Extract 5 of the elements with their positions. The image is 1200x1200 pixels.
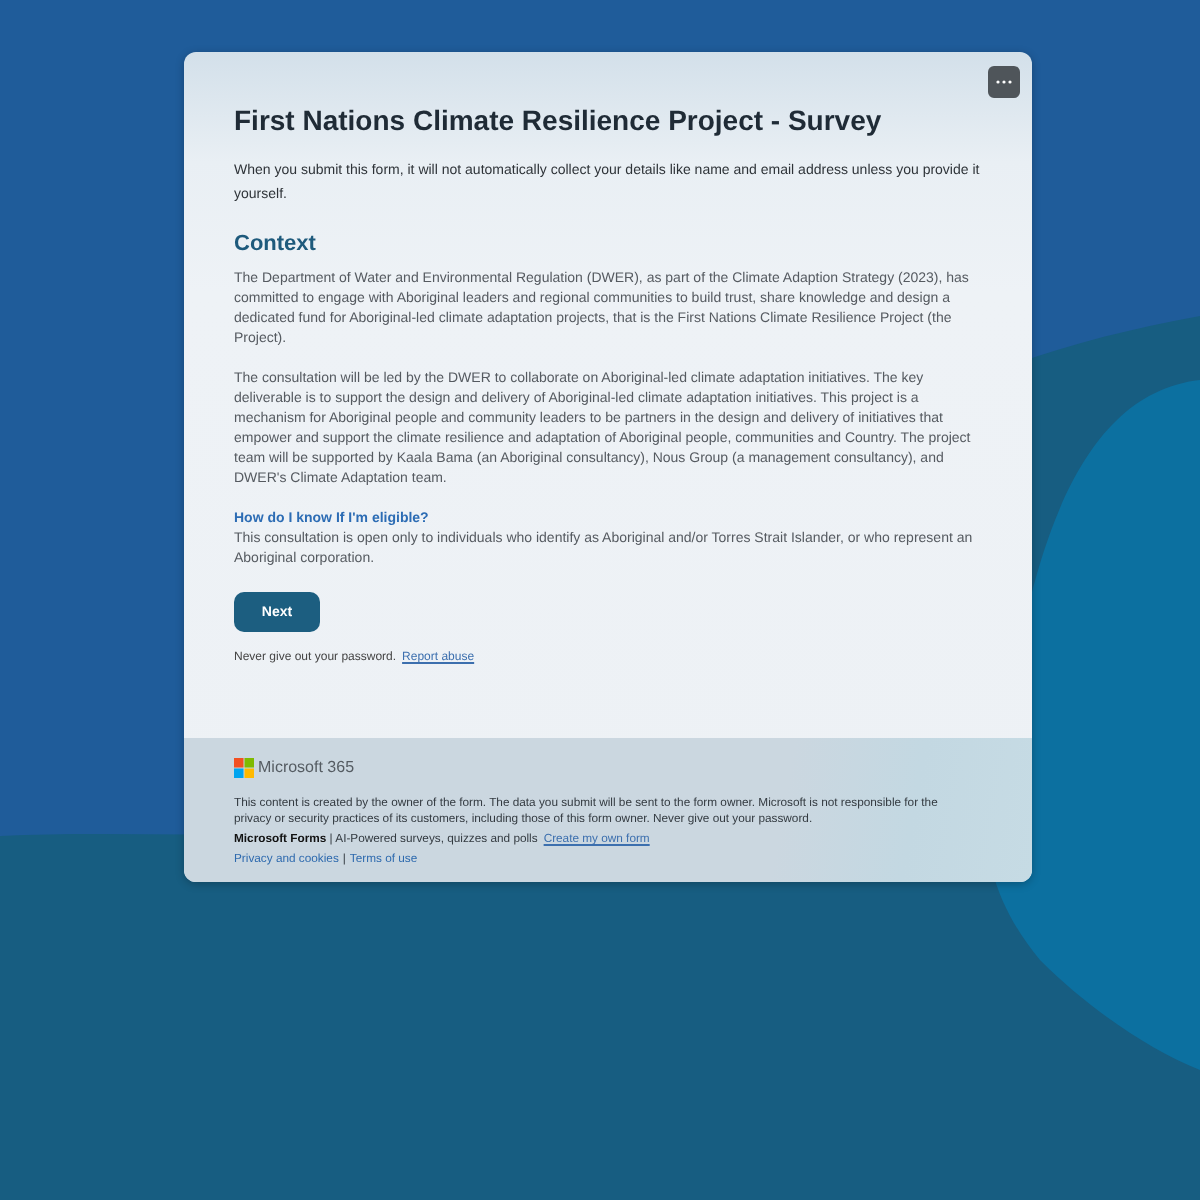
brand-name: Microsoft 365 xyxy=(258,756,355,780)
form-title: First Nations Climate Resilience Project - Survey xyxy=(234,102,882,138)
section-heading: Context xyxy=(234,230,316,258)
four-squares-icon xyxy=(234,758,254,778)
more-options-button[interactable] xyxy=(988,66,1020,98)
